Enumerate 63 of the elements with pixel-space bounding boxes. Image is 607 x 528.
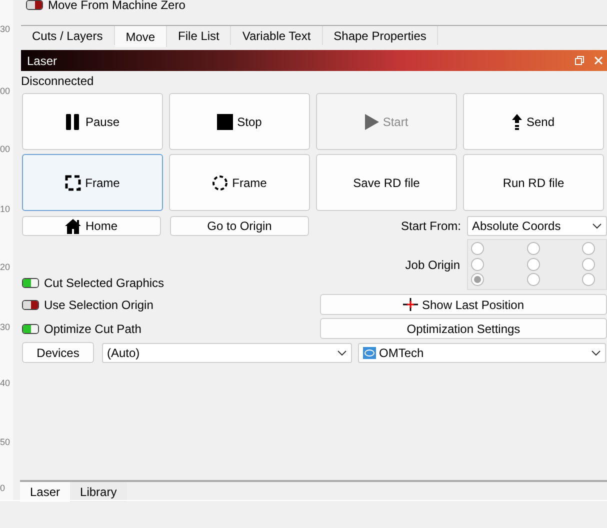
port-dropdown[interactable]: (Auto) (102, 342, 352, 362)
radio-button[interactable] (582, 273, 595, 286)
toggle-switch[interactable] (26, 0, 43, 10)
play-icon (364, 114, 379, 130)
chevron-down-icon (337, 350, 347, 356)
dashed-circle-icon (212, 174, 228, 190)
dashed-square-icon (65, 174, 82, 190)
action-button[interactable]: Frame (22, 154, 163, 211)
toggle-label: Cut Selected Graphics (44, 276, 164, 290)
action-button[interactable]: Run RD file (463, 154, 604, 211)
radio-button[interactable] (527, 273, 540, 286)
device-name: OMTech (379, 346, 424, 360)
radio-button[interactable] (527, 258, 540, 271)
float-icon[interactable] (575, 56, 584, 65)
toggle-label: Optimize Cut Path (44, 322, 142, 336)
radio-button[interactable] (471, 273, 484, 286)
crosshair-icon (402, 298, 418, 311)
stop-icon (217, 114, 234, 130)
connection-status: Disconnected (21, 74, 95, 89)
chevron-down-icon (592, 223, 602, 229)
show-last-position-button[interactable]: Show Last Position (320, 294, 607, 315)
action-button[interactable]: Pause (22, 93, 163, 150)
ruler-label: 30 (0, 24, 10, 35)
toggle-switch[interactable] (22, 278, 39, 288)
ruler-label: 40 (0, 378, 10, 389)
radio-button[interactable] (582, 258, 595, 271)
go-to-origin-button[interactable]: Go to Origin (170, 216, 309, 236)
device-dropdown[interactable]: OMTech (358, 342, 606, 362)
ruler-label: 30 (0, 322, 10, 333)
ruler-label: 00 (0, 86, 10, 97)
ruler-label: 10 (0, 204, 10, 215)
tab[interactable]: Library (70, 482, 127, 502)
action-button[interactable]: Save RD file (316, 154, 457, 211)
devices-button[interactable]: Devices (22, 342, 94, 363)
radio-button[interactable] (527, 242, 540, 255)
radio-button[interactable] (471, 242, 484, 255)
ruler-label: 00 (0, 144, 10, 155)
home-button[interactable]: Home (22, 216, 161, 236)
toggle-label: Use Selection Origin (44, 298, 154, 312)
radio-button[interactable] (471, 258, 484, 271)
action-button[interactable]: Frame (169, 154, 310, 211)
pause-icon (65, 114, 82, 130)
tab[interactable]: Laser (20, 482, 70, 502)
device-logo-icon (363, 346, 376, 358)
tab[interactable]: Move (114, 26, 168, 47)
job-origin-label: Job Origin (405, 258, 460, 272)
upload-icon (512, 114, 522, 130)
start-from-label: Start From: (400, 219, 461, 233)
optimization-settings-button[interactable]: Optimization Settings (320, 318, 607, 339)
action-button[interactable]: Send (463, 93, 604, 150)
toggle-label: Move From Machine Zero (48, 0, 186, 11)
ruler-label: 50 (0, 437, 10, 448)
close-icon[interactable] (594, 56, 603, 65)
chevron-down-icon (591, 350, 601, 356)
action-button[interactable]: Stop (169, 93, 310, 150)
start-from-dropdown[interactable]: Absolute Coords (467, 216, 607, 236)
radio-button[interactable] (582, 242, 595, 255)
home-icon (65, 218, 82, 234)
toggle-switch[interactable] (22, 300, 39, 310)
ruler-label: 20 (0, 262, 10, 273)
toggle-switch[interactable] (22, 324, 39, 334)
panel-title: Laser (27, 54, 58, 68)
ruler-label: 0 (0, 483, 6, 494)
